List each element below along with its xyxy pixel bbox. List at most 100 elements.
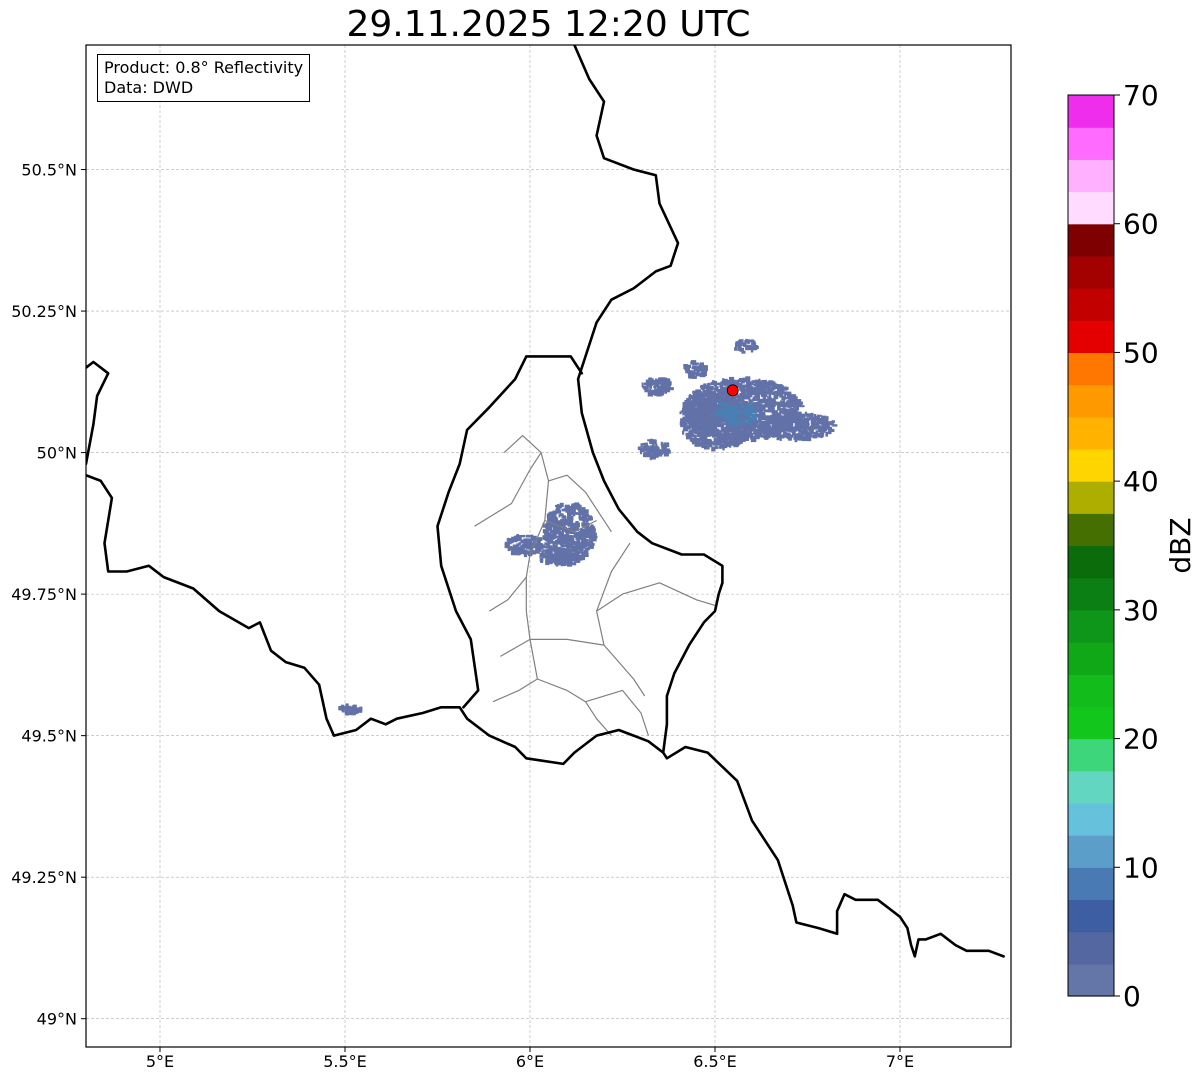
echo-pixel <box>747 414 751 418</box>
echo-pixel <box>570 542 574 546</box>
echo-pixel <box>711 441 715 444</box>
colorbar-segment <box>1068 963 1114 997</box>
echo-pixel <box>750 437 757 443</box>
echo-pixel <box>359 706 363 711</box>
echo-pixel <box>707 388 711 392</box>
echo-pixel <box>695 389 702 393</box>
colorbar: 0 10 20 30 40 50 60 70 dBZ <box>1067 79 1197 1013</box>
echo-pixel <box>765 423 769 428</box>
colorbar-segment <box>1068 159 1114 193</box>
echo-pixel <box>735 434 740 439</box>
lon-tick-label: 7°E <box>886 1052 914 1071</box>
echo-pixel <box>718 446 723 449</box>
echo-pixel <box>802 425 808 429</box>
echo-pixel <box>756 385 759 390</box>
echo-pixel <box>643 446 646 450</box>
echo-pixel <box>779 392 784 397</box>
echo-pixel <box>588 544 594 549</box>
radar-map-figure: 5°E 5.5°E 6°E 6.5°E 7°E 49°N 49.25°N 49.5°N 49.7… <box>11 44 1197 1071</box>
lon-tick-label: 5°E <box>146 1052 174 1071</box>
echo-pixel <box>789 434 793 438</box>
echo-pixel <box>642 442 647 446</box>
echo-pixel <box>741 410 744 414</box>
echo-pixel <box>556 531 563 534</box>
echo-pixel <box>661 444 668 449</box>
echo-pixel <box>740 403 745 408</box>
echo-pixel <box>691 426 696 430</box>
echo-pixel <box>774 432 779 436</box>
echo-pixel <box>817 420 823 425</box>
echo-pixel <box>701 444 708 449</box>
echo-pixel <box>525 534 531 538</box>
colorbar-tick-label: 50 <box>1123 336 1159 369</box>
echo-pixel <box>647 450 653 455</box>
echo-pixel <box>345 703 349 707</box>
echo-pixel <box>511 538 514 543</box>
echo-pixel <box>693 437 697 440</box>
echo-pixel <box>737 340 743 345</box>
echo-pixel <box>522 549 527 553</box>
echo-pixel <box>756 391 761 396</box>
echo-pixel <box>770 390 774 395</box>
echo-pixel <box>549 511 553 514</box>
echo-pixel <box>767 427 772 433</box>
colorbar-tick-label: 70 <box>1123 79 1159 112</box>
colorbar-segment <box>1068 481 1114 514</box>
echo-pixel <box>716 437 721 440</box>
echo-pixel <box>694 362 698 365</box>
echo-pixel <box>518 542 522 546</box>
echo-pixel <box>781 408 788 411</box>
echo-pixel <box>690 361 694 365</box>
echo-pixel <box>735 439 741 444</box>
echo-pixel <box>702 432 708 436</box>
echo-pixel <box>555 562 559 567</box>
echo-pixel <box>746 432 753 436</box>
echo-pixel <box>588 517 593 521</box>
echo-pixel <box>650 438 653 443</box>
colorbar-segment <box>1068 191 1114 225</box>
echo-pixel <box>564 534 570 537</box>
echo-pixel <box>686 435 691 440</box>
echo-pixel <box>715 412 718 415</box>
echo-pixel <box>715 397 721 401</box>
echo-pixel <box>722 424 725 428</box>
echo-pixel <box>650 380 655 384</box>
echo-pixel <box>737 348 743 351</box>
colorbar-segment <box>1068 545 1114 579</box>
echo-pixel <box>811 431 817 435</box>
echo-pixel <box>754 345 759 349</box>
echo-pixel <box>777 418 784 422</box>
echo-pixel <box>545 538 550 542</box>
echo-pixel <box>736 411 740 415</box>
lat-tick-label: 49°N <box>37 1010 77 1029</box>
echo-pixel <box>714 445 718 450</box>
echo-pixel <box>563 515 566 520</box>
lon-tick-label: 6°E <box>516 1052 544 1071</box>
echo-pixel <box>535 548 540 553</box>
echo-pixel <box>736 379 740 385</box>
echo-pixel <box>653 380 659 385</box>
echo-pixel <box>777 386 783 391</box>
echo-pixel <box>762 421 765 427</box>
echo-pixel <box>719 439 722 443</box>
echo-pixel <box>754 434 759 439</box>
colorbar-segment <box>1068 802 1114 836</box>
colorbar-tick-label: 10 <box>1123 851 1159 884</box>
echo-pixel <box>340 704 345 707</box>
echo-pixel <box>559 534 563 537</box>
echo-pixel <box>571 503 575 507</box>
radar-site-marker <box>726 384 739 397</box>
echo-pixel <box>581 512 586 516</box>
echo-pixel <box>739 436 745 441</box>
echo-pixel <box>755 428 761 433</box>
colorbar-segment <box>1068 931 1114 965</box>
echo-pixel <box>716 382 721 386</box>
echo-pixel <box>649 384 652 388</box>
echo-pixel <box>755 398 760 401</box>
echo-pixel <box>703 397 708 402</box>
echo-pixel <box>759 433 763 436</box>
echo-pixel <box>691 439 697 444</box>
echo-pixel <box>807 434 812 439</box>
echo-pixel <box>793 426 798 432</box>
echo-pixel <box>586 528 589 531</box>
